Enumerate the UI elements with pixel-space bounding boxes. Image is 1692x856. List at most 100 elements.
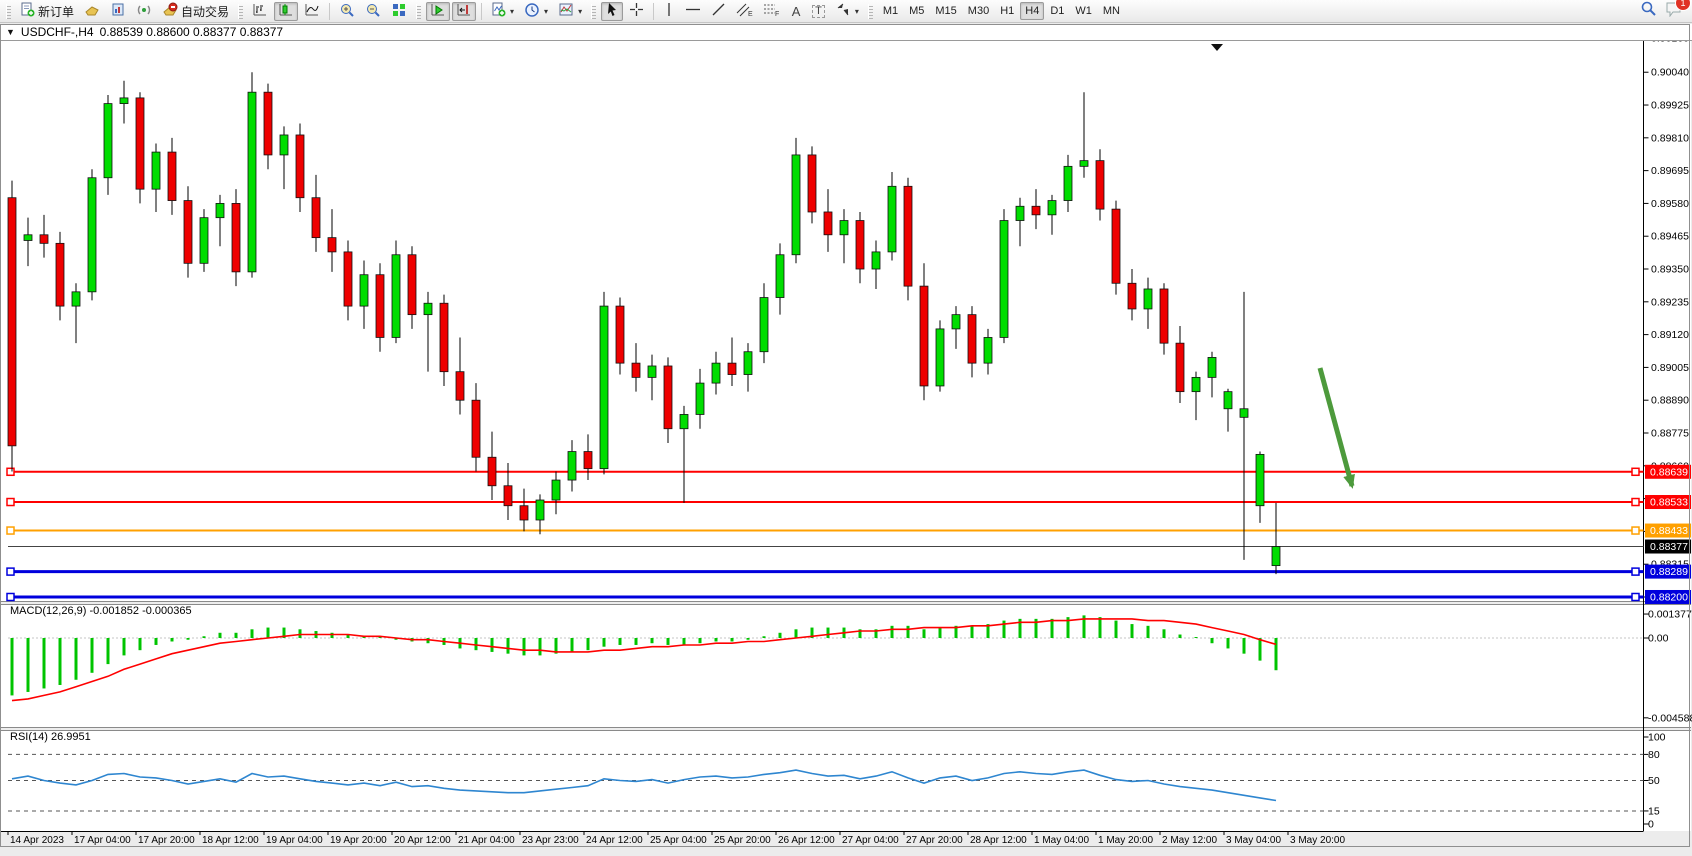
candle-body [1208,357,1216,377]
market-watch-button[interactable] [106,2,130,21]
candle-body [360,275,368,306]
candlestick-chart-button[interactable] [274,2,298,21]
equidistant-channel-icon: E [736,2,753,20]
trendline-button[interactable] [707,2,730,21]
cursor-button[interactable] [601,2,623,21]
candle-body [1224,392,1232,409]
time-axis-label: 26 Apr 12:00 [778,835,835,846]
candle-body [232,203,240,271]
fibonacci-button[interactable]: F [759,2,784,21]
chart-canvas[interactable]: 0.901600.900400.899250.898100.896950.895… [0,0,1692,856]
time-axis-label: 23 Apr 23:00 [522,835,579,846]
templates-button[interactable]: ▾ [554,2,586,21]
search-icon[interactable] [1640,0,1657,22]
candle-body [1272,547,1280,566]
auto-trading-button[interactable]: 自动交易 [158,2,233,21]
navigator-button[interactable] [132,2,156,21]
candle-body [1080,161,1088,167]
periods-button[interactable]: ▾ [520,2,552,21]
zoom-in-button[interactable] [335,2,359,21]
horizontal-line-button[interactable] [681,2,705,21]
candle-body [888,186,896,252]
periods-icon [524,2,540,21]
toolbar-grip[interactable] [868,4,873,19]
toolbar-grip[interactable] [416,4,421,19]
timeframe-button-M5[interactable]: M5 [904,2,929,20]
rsi-tick-label: 50 [1648,775,1660,787]
candle-body [264,92,272,155]
vertical-line-button[interactable] [659,2,679,21]
hline-handle[interactable] [1632,468,1639,475]
macd-tick-label: 0.001377 [1648,609,1692,621]
candle-body [1112,209,1120,283]
auto-trading-icon [162,2,178,20]
candle-body [648,366,656,377]
indicators-button[interactable]: ▾ [487,2,518,21]
chat-badge: 1 [1675,0,1691,11]
candle-body [1048,201,1056,215]
time-axis-label: 28 Apr 12:00 [970,835,1027,846]
toolbar-grip[interactable] [238,4,243,19]
crosshair-button[interactable] [625,2,648,21]
candle-body [552,480,560,500]
candle-body [1064,166,1072,200]
hline-handle[interactable] [7,527,14,534]
zoom-out-button[interactable] [361,2,385,21]
timeframe-button-MN[interactable]: MN [1098,2,1125,20]
chart-shift-button[interactable] [452,2,476,21]
timeframe-button-M30[interactable]: M30 [963,2,994,20]
hline-handle[interactable] [1632,568,1639,575]
candle-body [600,306,608,469]
toolbar-grip[interactable] [6,4,11,19]
hline-handle[interactable] [7,468,14,475]
time-axis-label: 1 May 20:00 [1098,835,1153,846]
cursor-icon [605,2,619,20]
candle-body [904,186,912,286]
time-axis-label: 1 May 04:00 [1034,835,1089,846]
timeframe-button-H4[interactable]: H4 [1020,2,1044,20]
time-axis-label: 17 Apr 20:00 [138,835,195,846]
timeframe-button-D1[interactable]: D1 [1045,2,1069,20]
price-tick-label: 0.90040 [1651,67,1689,79]
auto-scroll-button[interactable] [426,2,450,21]
toolbar-grip[interactable] [591,4,596,19]
hline-handle[interactable] [7,568,14,575]
tile-windows-button[interactable] [387,2,411,21]
line-chart-button[interactable] [300,2,324,21]
macd-tick-label: 0.00 [1648,633,1669,645]
crosshair-icon [629,2,644,20]
time-axis-label: 24 Apr 12:00 [586,835,643,846]
hline-handle[interactable] [7,499,14,506]
bar-chart-button[interactable] [248,2,272,21]
timeframe-button-M1[interactable]: M1 [878,2,903,20]
candle-body [456,372,464,401]
candle-body [504,486,512,506]
candle-body [616,306,624,363]
timeframe-button-M15[interactable]: M15 [930,2,961,20]
rsi-tick-label: 80 [1648,749,1660,761]
hline-handle[interactable] [1632,593,1639,600]
price-tick-label: 0.88890 [1651,395,1689,407]
chart-symbol-period: USDCHF-,H4 [21,25,94,39]
text-label-button[interactable]: T [808,2,829,21]
candle-body [1032,206,1040,215]
text-tool-button[interactable]: A [786,2,806,21]
rsi-label: RSI(14) 26.9951 [10,731,91,743]
market-watch-icon [110,2,126,20]
candle-body [920,286,928,386]
price-line-label: 0.88433 [1650,525,1688,537]
timeframe-button-W1[interactable]: W1 [1070,2,1097,20]
new-order-button[interactable]: 新订单 [16,2,78,21]
chat-button[interactable]: 1 [1665,1,1683,22]
dropdown-caret-icon: ▾ [510,7,514,16]
hline-handle[interactable] [1632,499,1639,506]
equidistant-channel-button[interactable]: E [732,2,757,21]
candle-body [280,135,288,155]
timeframe-button-H1[interactable]: H1 [995,2,1019,20]
hline-handle[interactable] [1632,527,1639,534]
time-axis-label: 3 May 20:00 [1290,835,1345,846]
hline-handle[interactable] [7,593,14,600]
chart-profile-button[interactable] [80,2,104,21]
chart-collapse-icon[interactable]: ▼ [6,27,15,37]
arrows-tool-button[interactable]: ▾ [831,2,863,21]
